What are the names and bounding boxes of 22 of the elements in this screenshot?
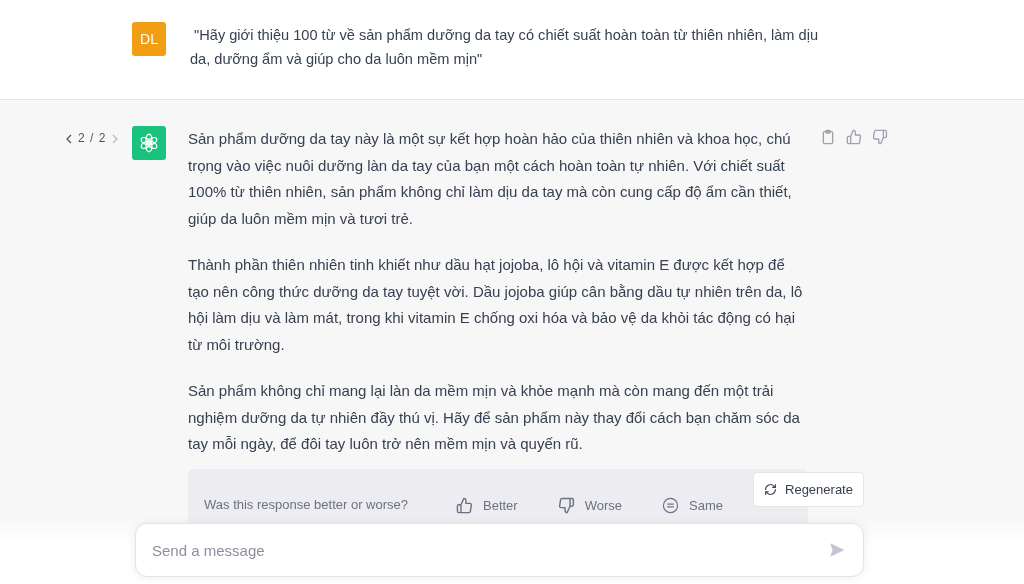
feedback-option[interactable]: Same	[662, 496, 723, 514]
feedback-option[interactable]: Worse	[557, 496, 622, 514]
feedback-option[interactable]: Better	[456, 496, 518, 514]
thumbs-up-icon[interactable]	[456, 496, 473, 514]
response-paragraph: Sản phẩm không chỉ mang lại làn da mềm mịn và khỏe mạnh mà còn mang đến một trải nghiệm dưỡng da tự nhiên đầy thú vị. Hãy để sản phẩm này thay đổi cách bạn chăm sóc da tay mỗi ngày, để đôi tay luôn trở nên mềm mịn và quyến rũ.	[188, 381, 801, 454]
regenerate-button[interactable]: Regenerate	[753, 472, 864, 507]
response-paragraph: Sản phẩm dưỡng da tay này là một sự kết hợp hoàn hảo của thiên nhiên và khoa học, chú trọng vào việc nuôi dưỡng làn da tay của bạn một cách hoàn toàn tự nhiên. Với chiết suất 100% từ thiên nhiên, sản phẩm không chỉ làm dịu da tay mà còn cung cấp độ ẩm cần thiết, giúp da luôn mềm mịn và tươi trẻ.	[188, 129, 793, 229]
clipboard-icon[interactable]	[820, 129, 836, 145]
message-input[interactable]: Send a message	[135, 523, 864, 577]
chevron-left-icon[interactable]	[64, 133, 74, 145]
user-avatar: DL	[132, 22, 166, 56]
thumbs-up-icon[interactable]	[846, 129, 862, 145]
thumbs-down-icon[interactable]	[557, 496, 575, 514]
send-icon[interactable]	[828, 541, 846, 559]
equal-icon	[662, 496, 679, 514]
feedback-question: Was this response better or worse?	[204, 496, 409, 512]
refresh-icon	[764, 483, 777, 496]
thumbs-down-icon[interactable]	[872, 129, 888, 145]
response-paragraph: Thành phần thiên nhiên tinh khiết như dầu hạt jojoba, lô hội và vitamin E được kết hợp để tạo nên công thức dưỡng da tay tuyệt vời. Dầu jojoba giúp cân bằng dầu tự nhiên trên da, lô hội làm dịu và làm mát, trong khi vitamin E chống oxi hóa và bảo vệ da khỏi tác động có hại từ môi trường.	[188, 255, 804, 355]
user-message: "Hãy giới thiệu 100 từ về sản phẩm dưỡng da tay có chiết suất hoàn toàn từ thiên nhiên, làm dịu da, dưỡng ẩm và giúp cho da luôn mềm mịn"	[190, 26, 820, 69]
page-counter: 2 / 2	[78, 131, 107, 145]
assistant-avatar	[132, 126, 166, 160]
